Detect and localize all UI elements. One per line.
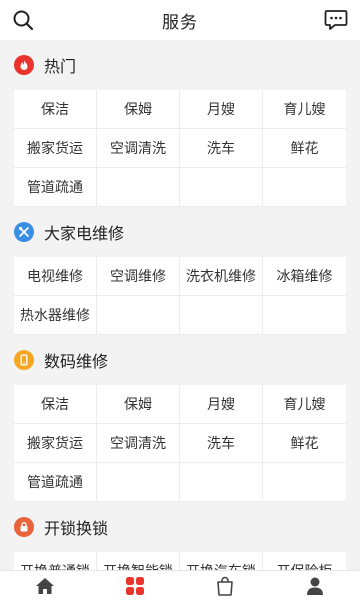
service-item[interactable]: 热水器维修 [14, 296, 97, 335]
empty-cell [180, 168, 263, 207]
service-item[interactable]: 保洁 [14, 385, 97, 424]
lock-icon [14, 517, 34, 537]
empty-cell [180, 463, 263, 502]
service-item[interactable]: 管道疏通 [14, 463, 97, 502]
empty-cell [97, 168, 180, 207]
service-grid: 保洁 保姆 月嫂 育儿嫂 搬家货运 空调清洗 洗车 鲜花 管道疏通 [14, 385, 346, 502]
section-title: 热门 [44, 59, 77, 76]
user-icon [307, 577, 323, 595]
section-appliance-repair: 大家电维修 电视维修 空调维修 洗衣机维修 冰箱维修 热水器维修 [0, 207, 360, 335]
service-item[interactable]: 洗衣机维修 [180, 257, 263, 296]
service-item[interactable]: 空调清洗 [97, 129, 180, 168]
tab-shop[interactable] [180, 571, 270, 600]
section-locksmith: 开锁换锁 开换普通锁 开换智能锁 开换汽车锁 开保险柜 [0, 502, 360, 570]
service-item[interactable]: 育儿嫂 [263, 90, 346, 129]
section-title: 开锁换锁 [44, 521, 109, 538]
services-content[interactable]: 热门 保洁 保姆 月嫂 育儿嫂 搬家货运 空调清洗 洗车 鲜花 管道疏通 大家电… [0, 40, 360, 570]
service-item[interactable]: 育儿嫂 [263, 385, 346, 424]
service-grid: 保洁 保姆 月嫂 育儿嫂 搬家货运 空调清洗 洗车 鲜花 管道疏通 [14, 90, 346, 207]
section-header: 热门 [0, 40, 360, 90]
empty-cell [263, 296, 346, 335]
section-digital-repair: 数码维修 保洁 保姆 月嫂 育儿嫂 搬家货运 空调清洗 洗车 鲜花 管道疏通 [0, 335, 360, 502]
section-title: 数码维修 [44, 354, 109, 371]
message-button[interactable] [324, 9, 348, 31]
service-item[interactable]: 月嫂 [180, 385, 263, 424]
services-grid-icon [126, 576, 144, 595]
service-item[interactable]: 保姆 [97, 90, 180, 129]
empty-cell [263, 463, 346, 502]
page-title: 服务 [162, 12, 198, 32]
section-title: 大家电维修 [44, 226, 125, 243]
tools-icon [14, 222, 34, 242]
service-item[interactable]: 保洁 [14, 90, 97, 129]
section-header: 大家电维修 [0, 207, 360, 257]
section-header: 数码维修 [0, 335, 360, 385]
service-grid: 开换普通锁 开换智能锁 开换汽车锁 开保险柜 [14, 552, 346, 570]
home-icon [36, 577, 54, 594]
service-item[interactable]: 开换智能锁 [97, 552, 180, 570]
empty-cell [97, 463, 180, 502]
service-item[interactable]: 电视维修 [14, 257, 97, 296]
bottom-tab-bar [0, 570, 360, 600]
tab-home[interactable] [0, 571, 90, 600]
shop-bag-icon [217, 576, 233, 596]
tab-services[interactable] [90, 571, 180, 600]
service-item[interactable]: 洗车 [180, 129, 263, 168]
service-item[interactable]: 洗车 [180, 424, 263, 463]
empty-cell [97, 296, 180, 335]
service-item[interactable]: 鲜花 [263, 424, 346, 463]
empty-cell [263, 168, 346, 207]
service-item[interactable]: 冰箱维修 [263, 257, 346, 296]
service-item[interactable]: 搬家货运 [14, 424, 97, 463]
service-item[interactable]: 保姆 [97, 385, 180, 424]
service-item[interactable]: 开保险柜 [263, 552, 346, 570]
service-item[interactable]: 开换汽车锁 [180, 552, 263, 570]
section-hot: 热门 保洁 保姆 月嫂 育儿嫂 搬家货运 空调清洗 洗车 鲜花 管道疏通 [0, 40, 360, 207]
search-icon [13, 10, 34, 31]
service-item[interactable]: 空调维修 [97, 257, 180, 296]
section-header: 开锁换锁 [0, 502, 360, 552]
tab-profile[interactable] [270, 571, 360, 600]
search-button[interactable] [12, 9, 34, 31]
service-item[interactable]: 月嫂 [180, 90, 263, 129]
empty-cell [180, 296, 263, 335]
service-item[interactable]: 鲜花 [263, 129, 346, 168]
service-item[interactable]: 管道疏通 [14, 168, 97, 207]
service-item[interactable]: 空调清洗 [97, 424, 180, 463]
service-grid: 电视维修 空调维修 洗衣机维修 冰箱维修 热水器维修 [14, 257, 346, 335]
service-item[interactable]: 搬家货运 [14, 129, 97, 168]
service-item[interactable]: 开换普通锁 [14, 552, 97, 570]
fire-icon [14, 55, 34, 75]
top-bar: 服务 [0, 0, 360, 40]
phone-icon [14, 350, 34, 370]
message-icon [324, 10, 348, 30]
